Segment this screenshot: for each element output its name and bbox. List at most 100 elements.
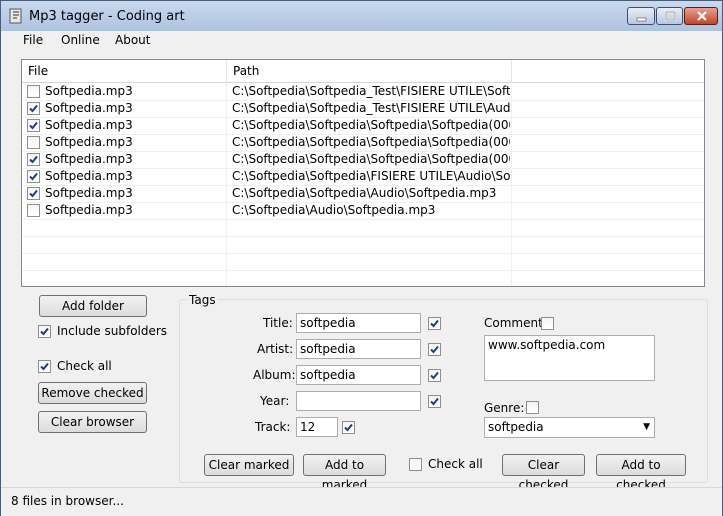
checkmark-icon — [430, 397, 439, 406]
check-all-files-label: Check all — [57, 359, 112, 373]
row-checkbox[interactable] — [27, 204, 40, 217]
track-label: Track: — [255, 420, 291, 434]
check-all-files-checkbox[interactable] — [38, 360, 51, 373]
app-window: Mp3 tagger - Coding art File Online Abou… — [0, 0, 723, 516]
clear-marked-button[interactable]: Clear marked — [204, 454, 294, 476]
empty-row — [22, 219, 704, 237]
genre-label: Genre: — [484, 401, 525, 415]
maximize-icon — [665, 11, 676, 21]
row-path-cell: C:\Softpedia\Audio\Softpedia.mp3 — [232, 203, 436, 217]
title-checkbox[interactable] — [428, 317, 441, 330]
table-row[interactable]: Softpedia.mp3 C:\Softpedia\Softpedia_Test… — [22, 100, 704, 118]
row-path-cell: C:\Softpedia\Softpedia\Softpedia\Softped… — [232, 135, 510, 149]
album-input[interactable]: softpedia — [296, 365, 421, 385]
status-bar: 8 files in browser... — [1, 487, 722, 516]
title-bar[interactable]: Mp3 tagger - Coding art — [1, 1, 722, 31]
include-subfolders-label: Include subfolders — [57, 324, 168, 338]
dropdown-arrow-icon: ▼ — [643, 422, 650, 432]
row-checkbox[interactable] — [27, 136, 40, 149]
row-checkbox[interactable] — [27, 153, 40, 166]
table-row[interactable]: Softpedia.mp3 C:\Softpedia\Softpedia\Audi… — [22, 185, 704, 203]
column-header-path[interactable]: Path — [227, 60, 512, 82]
row-path-cell: C:\Softpedia\Softpedia_Test\FISIERE UTIL… — [232, 84, 510, 98]
track-input[interactable]: 12 — [296, 417, 338, 437]
column-header-file[interactable]: File — [22, 60, 227, 82]
empty-row — [22, 236, 704, 254]
clear-browser-button[interactable]: Clear browser — [38, 411, 147, 433]
row-file-cell: Softpedia.mp3 — [45, 101, 133, 115]
row-file-cell: Softpedia.mp3 — [45, 203, 133, 217]
check-all-tags-checkbox[interactable] — [409, 458, 422, 471]
table-row[interactable]: Softpedia.mp3 C:\Softpedia\Audio\Softpedi… — [22, 202, 704, 220]
checkmark-icon — [29, 155, 38, 164]
artist-checkbox[interactable] — [428, 343, 441, 356]
maximize-button[interactable] — [656, 7, 683, 25]
comment-textarea[interactable]: www.softpedia.com — [484, 335, 655, 381]
grid-header: File Path — [22, 60, 704, 83]
artist-input[interactable]: softpedia — [296, 339, 421, 359]
row-checkbox[interactable] — [27, 102, 40, 115]
table-row[interactable]: Softpedia.mp3 C:\Softpedia\Softpedia_Test… — [22, 83, 704, 101]
row-file-cell: Softpedia.mp3 — [45, 135, 133, 149]
row-file-cell: Softpedia.mp3 — [45, 186, 133, 200]
file-browser-grid[interactable]: File Path Softpedia.mp3 C:\Softpedia\Soft… — [21, 59, 705, 287]
row-file-cell: Softpedia.mp3 — [45, 152, 133, 166]
checkmark-icon — [40, 362, 49, 371]
row-path-cell: C:\Softpedia\Softpedia\Audio\Softpedia.m… — [232, 186, 497, 200]
checkmark-icon — [29, 172, 38, 181]
genre-select[interactable]: softpedia ▼ — [484, 417, 655, 438]
status-text: 8 files in browser... — [11, 494, 124, 508]
table-row[interactable]: Softpedia.mp3 C:\Softpedia\Softpedia\Soft… — [22, 117, 704, 135]
row-file-cell: Softpedia.mp3 — [45, 169, 133, 183]
tags-group-title: Tags — [187, 293, 218, 307]
checkmark-icon — [40, 327, 49, 336]
row-path-cell: C:\Softpedia\Softpedia_Test\FISIERE UTIL… — [232, 101, 510, 115]
checkmark-icon — [430, 345, 439, 354]
add-to-marked-button[interactable]: Add to marked — [303, 454, 386, 492]
row-checkbox[interactable] — [27, 187, 40, 200]
title-input[interactable]: softpedia — [296, 313, 421, 333]
menu-online[interactable]: Online — [61, 33, 100, 47]
add-to-checked-button[interactable]: Add to checked — [596, 454, 686, 492]
menu-about[interactable]: About — [115, 33, 150, 47]
minimize-icon — [636, 17, 647, 22]
genre-checkbox[interactable] — [526, 401, 539, 414]
checkmark-icon — [430, 319, 439, 328]
row-path-cell: C:\Softpedia\Softpedia\Softpedia\Softped… — [232, 152, 510, 166]
include-subfolders-checkbox[interactable] — [38, 325, 51, 338]
menu-file[interactable]: File — [23, 33, 43, 47]
row-checkbox[interactable] — [27, 170, 40, 183]
checkmark-icon — [29, 104, 38, 113]
close-button[interactable] — [684, 7, 718, 25]
row-path-cell: C:\Softpedia\Softpedia\FISIERE UTILE\Aud… — [232, 169, 510, 183]
app-icon — [9, 8, 22, 24]
empty-row — [22, 270, 704, 286]
row-file-cell: Softpedia.mp3 — [45, 118, 133, 132]
table-row[interactable]: Softpedia.mp3 C:\Softpedia\Softpedia\Soft… — [22, 134, 704, 152]
minimize-button[interactable] — [627, 7, 655, 25]
table-row[interactable]: Softpedia.mp3 C:\Softpedia\Softpedia\FISI… — [22, 168, 704, 186]
album-label: Album: — [253, 368, 296, 382]
track-checkbox[interactable] — [342, 421, 355, 434]
year-label: Year: — [260, 394, 290, 408]
comment-checkbox[interactable] — [541, 317, 554, 330]
clear-checked-button[interactable]: Clear checked — [502, 454, 585, 492]
checkmark-icon — [344, 423, 353, 432]
year-input[interactable] — [296, 391, 421, 411]
close-icon — [697, 11, 707, 21]
row-path-cell: C:\Softpedia\Softpedia\Softpedia\Softped… — [232, 118, 510, 132]
comment-label: Comment: — [484, 316, 547, 330]
checkmark-icon — [29, 189, 38, 198]
year-checkbox[interactable] — [428, 395, 441, 408]
row-checkbox[interactable] — [27, 85, 40, 98]
album-checkbox[interactable] — [428, 369, 441, 382]
remove-checked-button[interactable]: Remove checked — [38, 382, 147, 404]
checkmark-icon — [29, 121, 38, 130]
window-title: Mp3 tagger - Coding art — [29, 9, 185, 24]
row-checkbox[interactable] — [27, 119, 40, 132]
table-row[interactable]: Softpedia.mp3 C:\Softpedia\Softpedia\Soft… — [22, 151, 704, 169]
row-file-cell: Softpedia.mp3 — [45, 84, 133, 98]
artist-label: Artist: — [257, 342, 294, 356]
add-folder-button[interactable]: Add folder — [39, 295, 147, 317]
empty-row — [22, 253, 704, 271]
